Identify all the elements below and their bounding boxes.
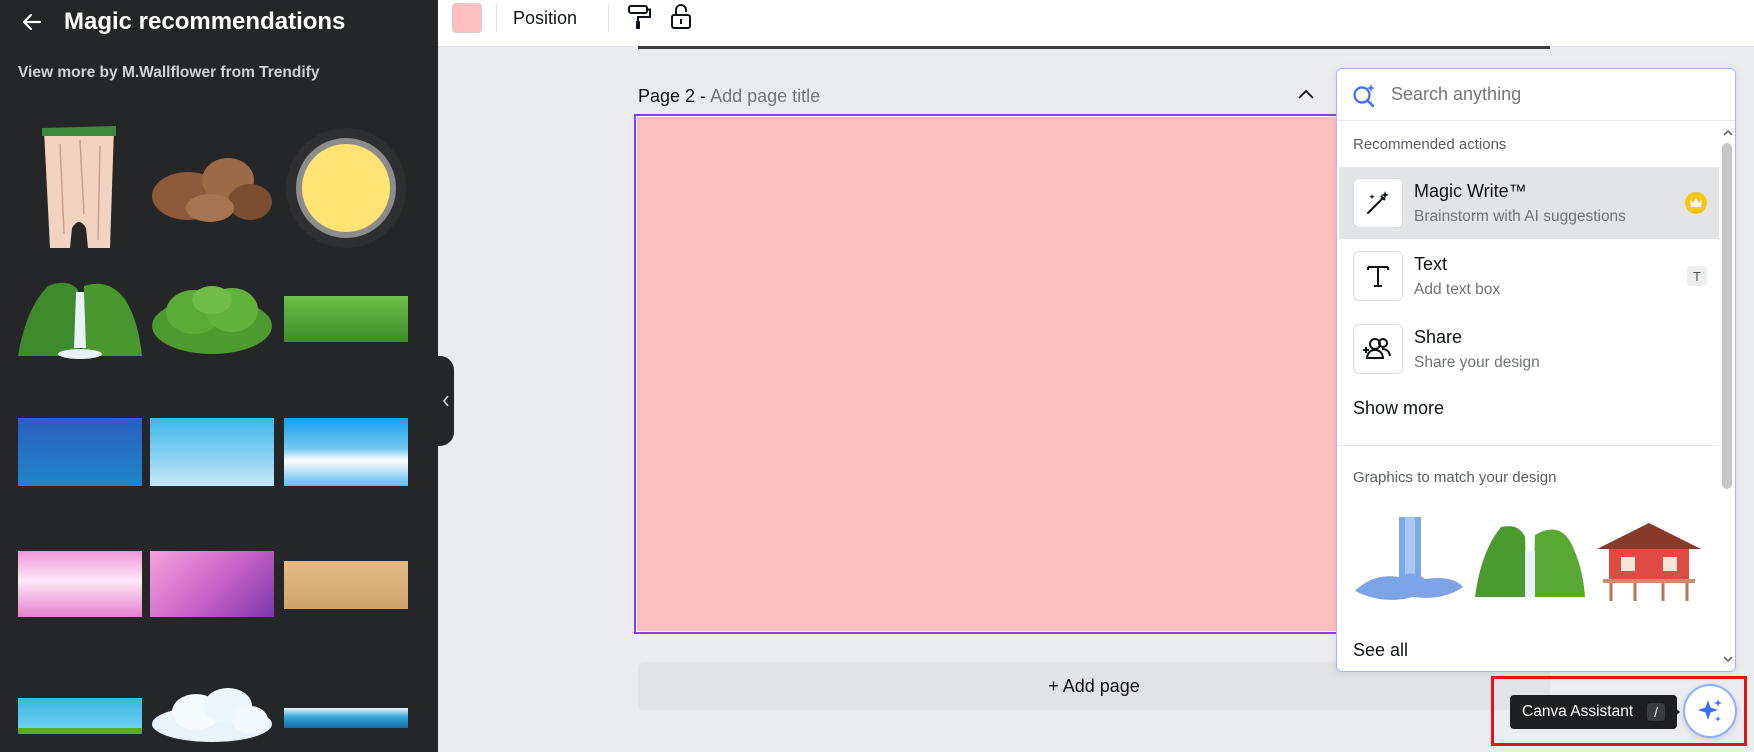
unlock-icon [671,4,691,29]
add-people-icon [1363,338,1391,359]
thumb-light-blue-gradient[interactable] [150,418,274,486]
panel-divider [1337,445,1719,446]
paint-roller-icon [628,5,651,29]
text-action-title: Text [1414,253,1448,274]
graphic-green-cliffs[interactable] [1475,521,1587,599]
assistant-search-bar [1337,69,1735,121]
view-more-link[interactable]: View more by M.Wallflower from Trendify [18,64,319,82]
panel-header: Magic recommendations [18,6,345,38]
thumb-cliff-rock[interactable] [40,124,118,248]
graphic-stilt-house[interactable] [1593,521,1705,603]
text-icon-box [1353,251,1403,301]
chevron-up-icon [1298,89,1314,99]
collapse-page-button[interactable] [1295,84,1317,106]
panel-scrollbar[interactable] [1719,125,1733,665]
collapse-panel-button[interactable] [438,356,454,446]
magic-write-subtitle: Brainstorm with AI suggestions [1414,207,1626,225]
thumb-sand-texture[interactable] [284,561,408,609]
see-all-link[interactable]: See all [1353,640,1408,661]
share-icon-box [1353,324,1403,374]
page-title-input[interactable]: Add page title [710,86,820,106]
text-t-icon [1367,266,1389,287]
share-action[interactable]: Share Share your design [1339,313,1719,385]
tooltip-label: Canva Assistant [1522,703,1634,720]
back-button[interactable] [18,8,46,36]
tooltip-arrow [1672,705,1680,719]
previous-page-edge [638,46,1550,49]
magic-search-icon [1353,83,1375,107]
canva-assistant-button[interactable] [1683,684,1737,738]
thumb-brown-rocks[interactable] [150,150,274,226]
magic-write-title: Magic Write™ [1414,180,1527,201]
scrollbar-thumb[interactable] [1722,143,1732,489]
page-number: Page 2 - [638,86,707,106]
sparkle-icon [1698,699,1722,722]
toolbar-divider [608,4,609,32]
thumb-green-bush[interactable] [150,284,274,354]
thumb-purple-pink-gradient[interactable] [150,551,274,617]
canva-assistant-tooltip: Canva Assistant / [1510,695,1678,729]
magic-write-action[interactable]: Magic Write™ Brainstorm with AI suggesti… [1339,167,1719,239]
scroll-up-icon [1723,130,1733,136]
thumb-green-waterfall[interactable] [18,278,142,360]
fill-color-swatch[interactable] [452,3,482,33]
share-action-subtitle: Share your design [1414,353,1540,371]
arrow-left-icon [22,13,42,31]
canva-assistant-panel: Recommended actions Magic Write™ Brainst… [1336,68,1736,672]
show-more-button[interactable]: Show more [1353,398,1444,419]
tooltip-shortcut: / [1647,703,1666,721]
thumb-water-pond[interactable] [18,698,142,734]
thumb-pink-gradient[interactable] [18,551,142,617]
editor-toolbar: Position [438,0,1754,47]
thumb-grass-strip[interactable] [284,296,408,342]
position-button[interactable]: Position [509,5,581,31]
magic-wand-icon [1367,191,1389,214]
copy-style-button[interactable] [624,2,654,32]
page-label: Page 2 - Add page title [638,86,820,107]
pro-crown-icon [1685,192,1707,214]
graphics-heading: Graphics to match your design [1353,469,1557,486]
magic-write-icon-box [1353,178,1403,228]
graphic-blue-waterfall[interactable] [1353,517,1465,605]
thumb-ocean-wave[interactable] [284,708,408,728]
text-action[interactable]: Text Add text box T [1339,240,1719,312]
text-shortcut-key: T [1687,266,1707,286]
panel-title: Magic recommendations [64,8,346,35]
magic-recommendations-panel: Magic recommendations View more by M.Wal… [0,0,438,752]
recommended-actions-heading: Recommended actions [1353,136,1507,153]
thumb-sky-blue-clouds[interactable] [284,418,408,486]
chevron-left-icon [442,395,449,407]
toolbar-divider [496,4,497,32]
lock-button[interactable] [666,2,696,32]
thumb-white-cloud[interactable] [150,686,274,744]
share-action-title: Share [1414,326,1463,347]
thumb-yellow-sun[interactable] [284,126,408,250]
thumb-deep-blue-gradient[interactable] [18,418,142,486]
scroll-down-icon [1723,656,1733,662]
assistant-search-input[interactable] [1391,84,1691,105]
text-action-subtitle: Add text box [1414,280,1501,298]
